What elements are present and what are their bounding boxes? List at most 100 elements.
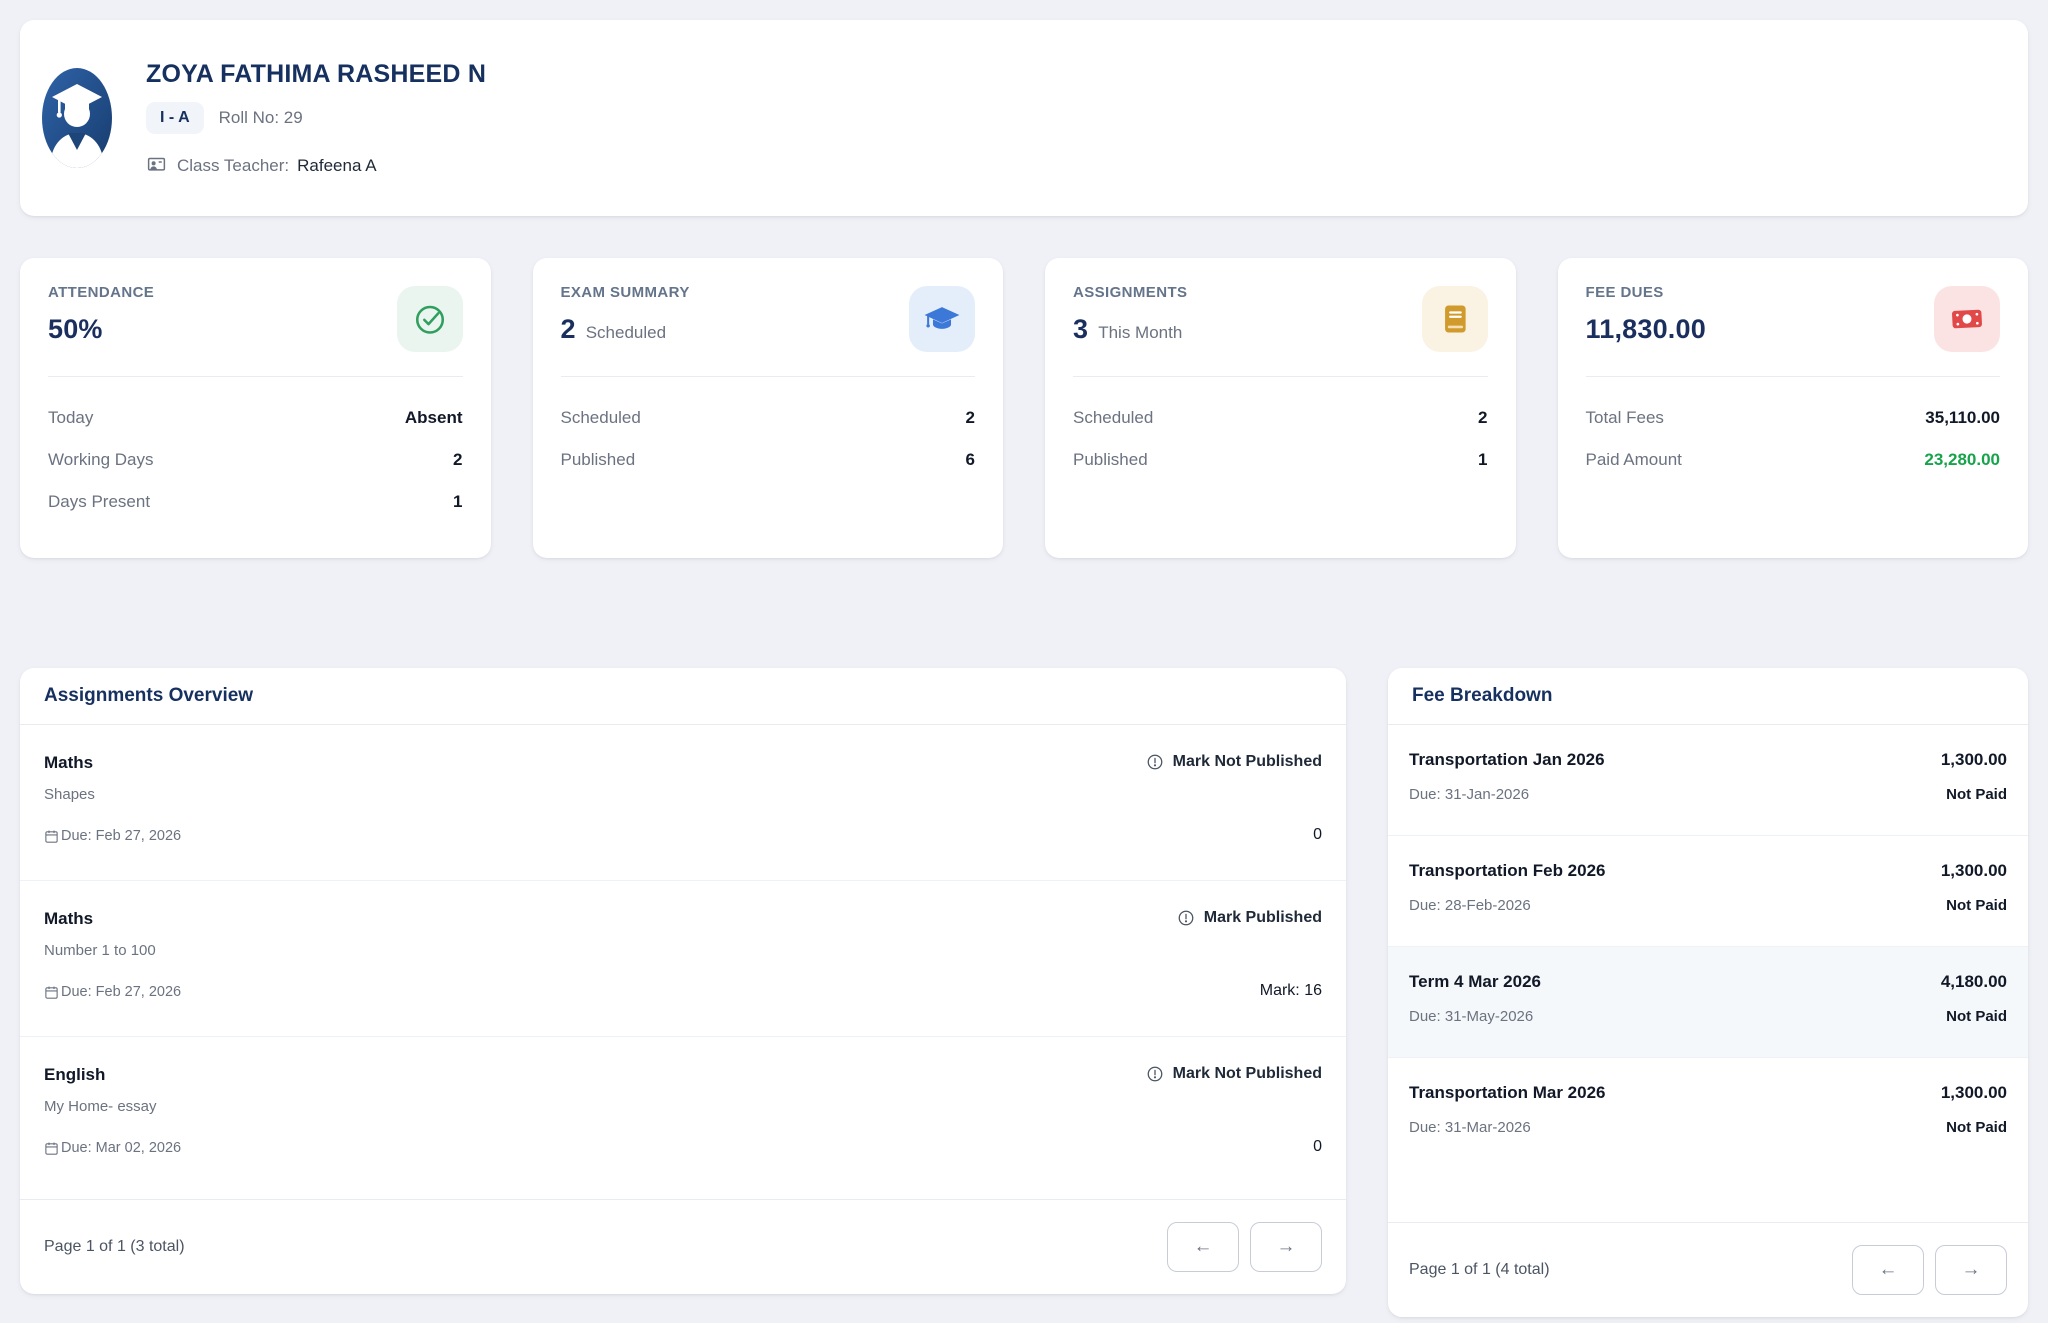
chalkboard-teacher-icon [146, 155, 167, 176]
stat-row-value: 2 [966, 408, 975, 428]
class-section-badge: I - A [146, 102, 204, 134]
student-avatar [42, 68, 112, 168]
assignment-list-item: English My Home- essay Due: Mar 02, 2026 [20, 1037, 1346, 1192]
arrow-right-icon: → [1277, 1236, 1296, 1258]
assignment-topic: Shapes [44, 786, 181, 803]
assignment-mark: Mark: 16 [1260, 982, 1322, 1000]
stat-row-value: 6 [966, 450, 975, 470]
fee-list-item: Transportation Feb 2026 1,300.00 Due: 28… [1388, 836, 2028, 947]
fee-breakdown-title: Fee Breakdown [1412, 685, 1552, 706]
stat-row-value: 1 [1478, 450, 1487, 470]
arrow-right-icon: → [1962, 1259, 1981, 1281]
assignments-value: 3 [1073, 314, 1088, 345]
book-icon [1422, 286, 1488, 352]
fee-status: Not Paid [1946, 897, 2007, 914]
stat-row: Scheduled 2 [561, 397, 976, 439]
exam-summary-label: EXAM SUMMARY [561, 284, 690, 301]
fees-page-info: Page 1 of 1 (4 total) [1409, 1261, 1550, 1279]
alert-circle-icon [1146, 1065, 1164, 1083]
assignment-due-date: Due: Feb 27, 2026 [61, 984, 181, 1000]
assignments-prev-page-button[interactable]: ← [1167, 1222, 1239, 1272]
stat-row-label: Total Fees [1586, 408, 1664, 428]
stat-row: Days Present 1 [48, 481, 463, 523]
stat-row-label: Scheduled [561, 408, 641, 428]
stat-row-value: 2 [453, 450, 462, 470]
assignment-list-item: Maths Shapes Due: Feb 27, 2026 [20, 725, 1346, 881]
stat-row-label: Scheduled [1073, 408, 1153, 428]
attendance-label: ATTENDANCE [48, 284, 154, 301]
assignment-status: Mark Not Published [1173, 1065, 1322, 1083]
fee-status: Not Paid [1946, 1119, 2007, 1136]
exam-summary-card: EXAM SUMMARY 2 Scheduled [533, 258, 1004, 558]
fee-name: Transportation Feb 2026 [1409, 861, 1606, 881]
arrow-left-icon: ← [1879, 1259, 1898, 1281]
fee-list-item: Transportation Mar 2026 1,300.00 Due: 31… [1388, 1058, 2028, 1168]
fee-status: Not Paid [1946, 1008, 2007, 1025]
stat-row-label: Published [561, 450, 636, 470]
assignments-overview-panel: Assignments Overview Maths Shapes [20, 668, 1346, 1294]
assignment-subject: Maths [44, 753, 181, 773]
stat-row-value: Absent [405, 408, 463, 428]
assignment-status: Mark Not Published [1173, 753, 1322, 771]
fee-amount: 4,180.00 [1941, 972, 2007, 992]
fees-next-page-button[interactable]: → [1935, 1245, 2007, 1295]
attendance-value: 50% [48, 314, 103, 345]
stat-row-label: Today [48, 408, 93, 428]
assignments-card: ASSIGNMENTS 3 This Month [1045, 258, 1516, 558]
arrow-left-icon: ← [1194, 1236, 1213, 1258]
paid-amount-value: 23,280.00 [1924, 450, 2000, 470]
graduation-cap-icon [909, 286, 975, 352]
calendar-icon [44, 985, 59, 1000]
assignments-label: ASSIGNMENTS [1073, 284, 1187, 301]
stat-row: Today Absent [48, 397, 463, 439]
exam-summary-value: 2 [561, 314, 576, 345]
stat-row: Published 6 [561, 439, 976, 481]
stat-row-label: Published [1073, 450, 1148, 470]
assignment-list-item: Maths Number 1 to 100 Due: Feb 27, 2026 [20, 881, 1346, 1037]
stat-row-label: Days Present [48, 492, 150, 512]
fee-due-date: Due: 31-Mar-2026 [1409, 1119, 1531, 1136]
stat-row-label: Paid Amount [1586, 450, 1682, 470]
fees-prev-page-button[interactable]: ← [1852, 1245, 1924, 1295]
assignments-suffix: This Month [1098, 323, 1182, 343]
fee-due-date: Due: 31-May-2026 [1409, 1008, 1533, 1025]
stat-row: Working Days 2 [48, 439, 463, 481]
stat-row-label: Working Days [48, 450, 154, 470]
assignment-mark: 0 [1313, 1138, 1322, 1156]
stat-row: Published 1 [1073, 439, 1488, 481]
student-header-card: ZOYA FATHIMA RASHEED N I - A Roll No: 29… [20, 20, 2028, 216]
alert-circle-icon [1177, 909, 1195, 927]
stat-row-value: 2 [1478, 408, 1487, 428]
attendance-card: ATTENDANCE 50% Today Absent [20, 258, 491, 558]
assignment-topic: Number 1 to 100 [44, 942, 181, 959]
fee-list-item: Term 4 Mar 2026 4,180.00 Due: 31-May-202… [1388, 947, 2028, 1058]
calendar-icon [44, 829, 59, 844]
assignment-subject: English [44, 1065, 181, 1085]
stat-row-value: 35,110.00 [1925, 408, 2000, 428]
assignments-next-page-button[interactable]: → [1250, 1222, 1322, 1272]
student-dashboard: ZOYA FATHIMA RASHEED N I - A Roll No: 29… [0, 0, 2048, 1317]
stat-row: Scheduled 2 [1073, 397, 1488, 439]
fee-name: Transportation Jan 2026 [1409, 750, 1605, 770]
exam-summary-suffix: Scheduled [586, 323, 666, 343]
assignment-mark: 0 [1313, 826, 1322, 844]
banknote-icon [1934, 286, 2000, 352]
assignment-due-date: Due: Feb 27, 2026 [61, 828, 181, 844]
fee-due-date: Due: 31-Jan-2026 [1409, 786, 1529, 803]
fee-amount: 1,300.00 [1941, 1083, 2007, 1103]
fee-dues-value: 11,830.00 [1586, 314, 1706, 345]
fee-amount: 1,300.00 [1941, 861, 2007, 881]
fee-list-item: Transportation Jan 2026 1,300.00 Due: 31… [1388, 725, 2028, 836]
fee-dues-label: FEE DUES [1586, 284, 1706, 301]
stats-row: ATTENDANCE 50% Today Absent [20, 258, 2028, 558]
assignment-subject: Maths [44, 909, 181, 929]
fee-name: Term 4 Mar 2026 [1409, 972, 1541, 992]
alert-circle-icon [1146, 753, 1164, 771]
class-teacher-name: Rafeena A [297, 156, 376, 176]
class-teacher-label: Class Teacher: [177, 156, 289, 176]
stat-row: Total Fees 35,110.00 [1586, 397, 2001, 439]
roll-number: Roll No: 29 [219, 108, 303, 128]
fee-status: Not Paid [1946, 786, 2007, 803]
calendar-icon [44, 1141, 59, 1156]
assignment-due-date: Due: Mar 02, 2026 [61, 1140, 181, 1156]
